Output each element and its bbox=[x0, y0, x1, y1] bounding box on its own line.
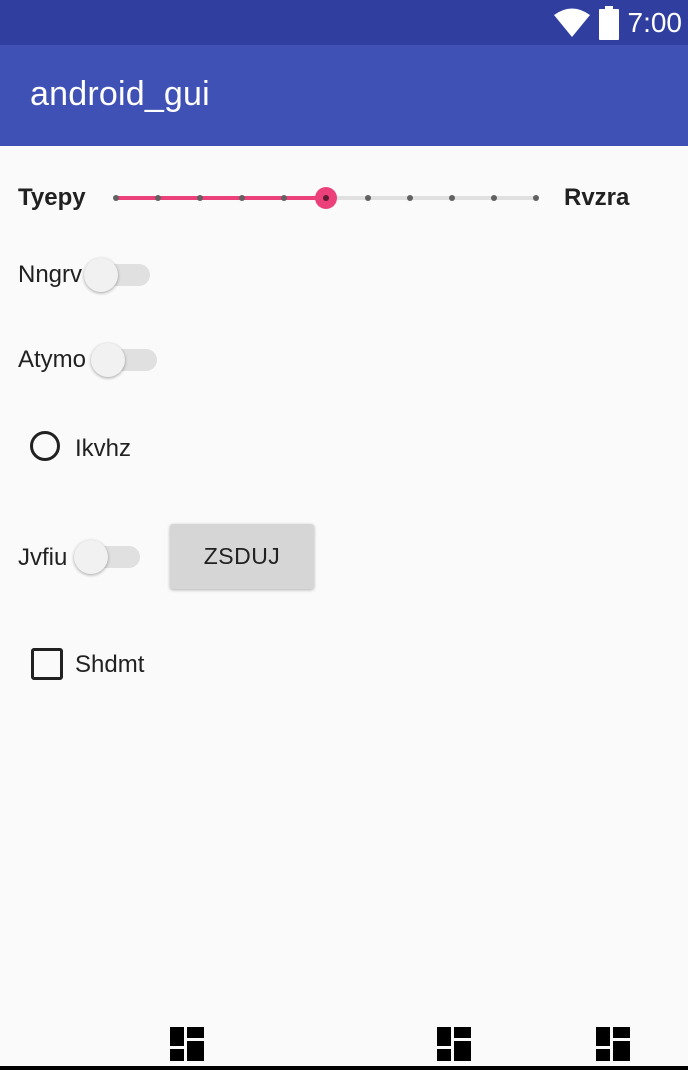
seekbar-left-label: Tyepy bbox=[18, 184, 86, 211]
app-bar: android_gui bbox=[0, 45, 688, 146]
seekbar-tick bbox=[533, 195, 539, 201]
switch-thumb bbox=[91, 343, 125, 377]
seekbar-tick bbox=[365, 195, 371, 201]
seekbar-tick bbox=[155, 195, 161, 201]
switch-atymo[interactable] bbox=[91, 343, 157, 377]
seekbar-progress bbox=[116, 196, 326, 200]
zsduj-button[interactable]: ZSDUJ bbox=[170, 524, 314, 589]
switch-thumb bbox=[84, 258, 118, 292]
status-bar: 7:00 bbox=[0, 0, 688, 45]
seekbar-thumb[interactable] bbox=[315, 187, 337, 209]
switch-thumb bbox=[74, 540, 108, 574]
status-icons: 7:00 bbox=[553, 0, 683, 45]
dashboard-icon[interactable] bbox=[596, 1027, 630, 1061]
switch-label-atymo: Atymo bbox=[18, 346, 87, 373]
status-time: 7:00 bbox=[627, 6, 683, 38]
seekbar-tick bbox=[239, 195, 245, 201]
app-title: android_gui bbox=[30, 75, 210, 113]
bottom-edge bbox=[0, 1066, 688, 1070]
checkbox-label-shdmt[interactable]: Shdmt bbox=[75, 651, 144, 679]
seekbar-tick bbox=[491, 195, 497, 201]
seekbar-tick bbox=[197, 195, 203, 201]
radio-ikvhz[interactable] bbox=[30, 431, 60, 461]
seekbar-right-label: Rvzra bbox=[564, 184, 630, 211]
seekbar-tick bbox=[281, 195, 287, 201]
seekbar-tick bbox=[113, 195, 119, 201]
switch-label-jvfiu: Jvfiu bbox=[18, 544, 68, 571]
wifi-icon bbox=[553, 8, 590, 37]
seekbar-tick bbox=[449, 195, 455, 201]
discrete-seekbar[interactable] bbox=[113, 186, 539, 210]
checkbox-shdmt[interactable] bbox=[31, 648, 63, 680]
dashboard-icon[interactable] bbox=[437, 1027, 471, 1061]
switch-label-nngrv: Nngrv bbox=[18, 261, 83, 288]
seekbar-tick bbox=[407, 195, 413, 201]
radio-label-ikvhz[interactable]: Ikvhz bbox=[75, 435, 131, 463]
battery-icon bbox=[598, 5, 619, 40]
switch-nngrv[interactable] bbox=[84, 258, 150, 292]
switch-jvfiu[interactable] bbox=[74, 540, 140, 574]
dashboard-icon[interactable] bbox=[170, 1027, 204, 1061]
